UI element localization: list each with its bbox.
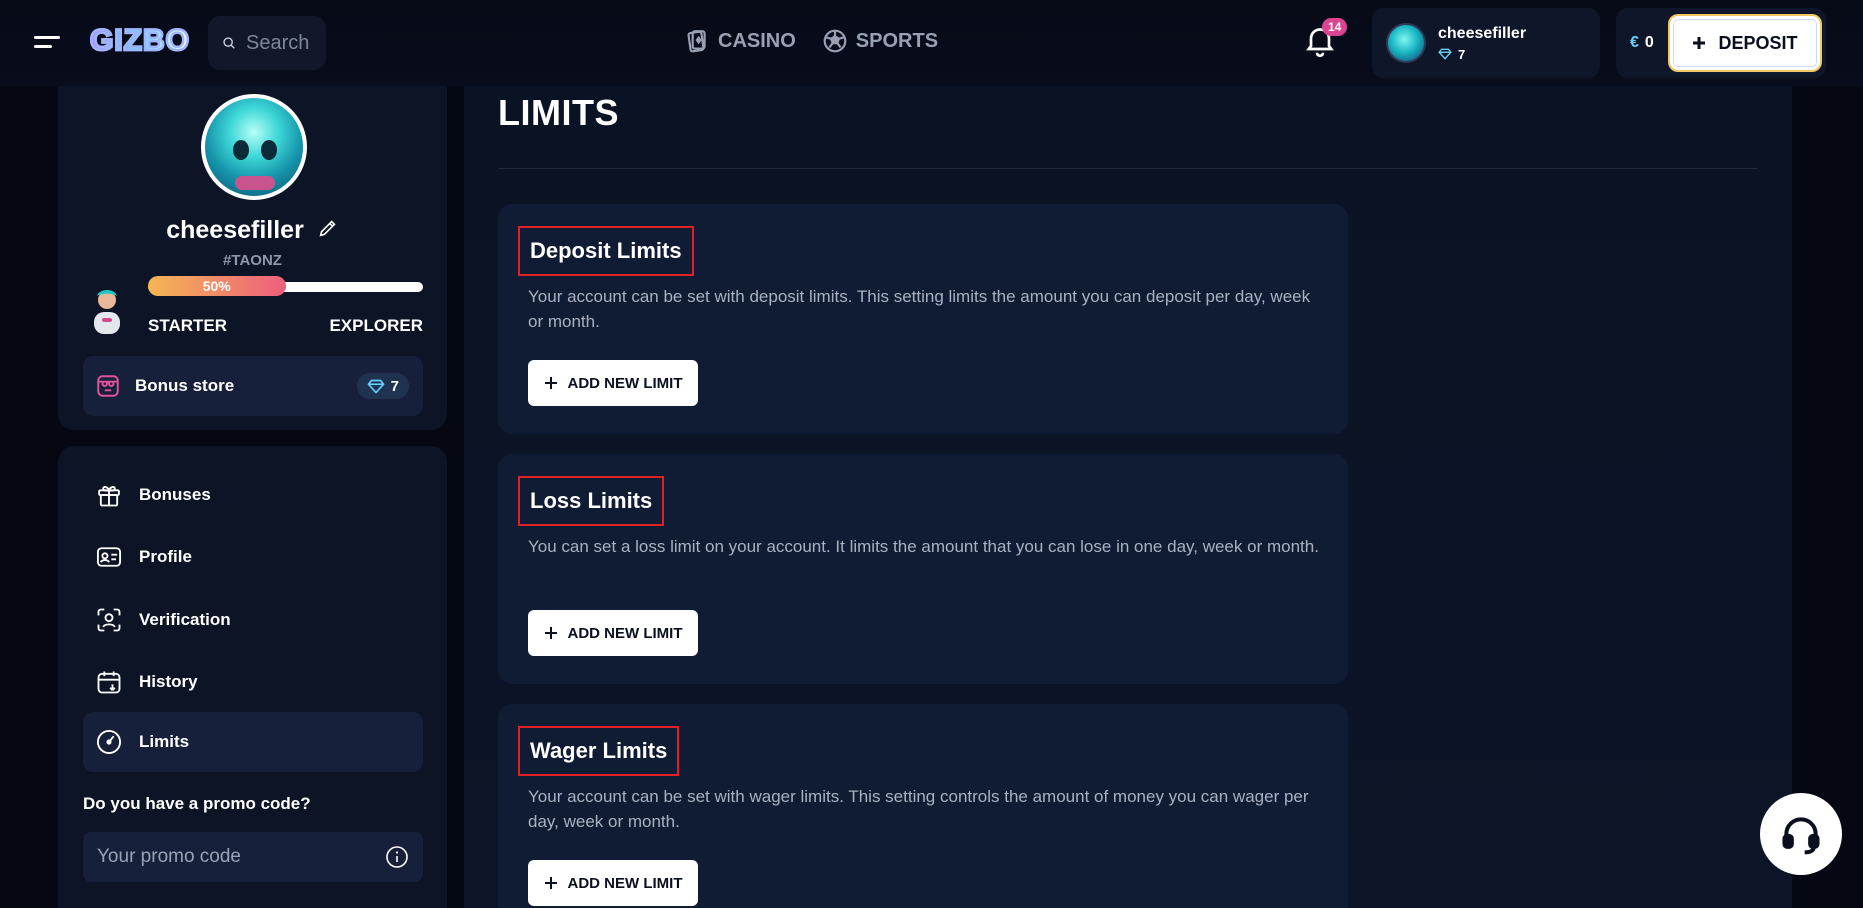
card-title: Wager Limits [518,726,680,776]
soccer-ball-icon [823,29,847,53]
promo-code-field[interactable] [83,832,423,882]
add-wager-limit-button[interactable]: ADD NEW LIMIT [528,860,698,906]
add-limit-label: ADD NEW LIMIT [567,874,683,892]
balance-amount: 0 [1644,34,1654,51]
currency-symbol: € [1630,34,1639,51]
add-limit-label: ADD NEW LIMIT [567,624,683,642]
add-loss-limit-button[interactable]: ADD NEW LIMIT [528,610,698,656]
sidebar-item-label: Profile [139,547,192,566]
header-gem-count: 7 [1458,46,1466,62]
cards-icon [687,30,706,53]
promo-code-input[interactable] [97,846,385,868]
search-input[interactable] [246,31,326,55]
info-icon[interactable] [385,845,409,869]
sidebar-item-limits[interactable]: Limits [83,712,423,772]
site-logo[interactable]: GIZBO [89,23,191,59]
nav-casino-label: CASINO [718,29,796,52]
deposit-limits-card: Deposit Limits Your account can be set w… [498,204,1348,434]
level-to-label: EXPLORER [329,316,423,335]
profile-tag: #TAONZ [223,252,282,269]
deposit-label: DEPOSIT [1718,32,1798,53]
bonus-store-gems: 7 [390,377,399,395]
plus-icon [1693,37,1706,49]
level-progress-bar: 50% [148,276,423,296]
plus-icon [544,377,557,389]
nav-casino[interactable]: CASINO [684,28,796,54]
notifications-button[interactable]: 14 [1302,18,1348,58]
main-content: LIMITS Deposit Limits Your account can b… [464,86,1792,908]
card-description: You can set a loss limit on your account… [528,537,1319,556]
card-description: Your account can be set with wager limit… [528,787,1309,831]
gift-icon [98,486,120,507]
card-description: Your account can be set with deposit lim… [528,287,1311,331]
profile-avatar[interactable] [201,94,307,200]
add-limit-label: ADD NEW LIMIT [567,374,683,392]
bonus-store-gems-badge: 7 [356,373,409,399]
top-header: GIZBO CASINO SPORTS 14 cheesefiller 7 € [0,0,1863,86]
notifications-badge: 14 [1322,18,1348,36]
search-icon [223,37,235,49]
sidebar-item-bonuses[interactable]: Bonuses [83,466,423,524]
page-title: LIMITS [498,92,619,133]
calendar-history-icon [97,671,121,694]
header-username: cheesefiller [1438,24,1527,42]
diamond-icon [1438,48,1452,60]
avatar [1386,23,1426,63]
top-nav: CASINO SPORTS [684,28,938,54]
user-account-chip[interactable]: cheesefiller 7 [1372,8,1600,78]
plus-icon [544,877,557,889]
profile-card: cheesefiller #TAONZ 50% STARTER EXPLORER… [58,86,447,430]
deposit-button[interactable]: DEPOSIT [1670,16,1820,70]
bonus-store-button[interactable]: Bonus store 7 [83,356,423,416]
profile-name: cheesefiller [166,216,304,244]
sidebar-item-label: Bonuses [139,485,211,504]
card-title: Deposit Limits [518,226,694,276]
store-icon [97,375,119,397]
sidebar-item-label: History [139,672,198,691]
level-progress-fill: 50% [148,276,286,296]
diamond-icon [367,379,385,394]
account-menu: Bonuses Profile Verification History Lim… [58,446,447,908]
nav-sports[interactable]: SPORTS [822,28,938,54]
card-title: Loss Limits [518,476,665,526]
add-deposit-limit-button[interactable]: ADD NEW LIMIT [528,360,698,406]
sidebar-item-label: Limits [139,732,190,751]
promo-code-title: Do you have a promo code? [83,794,311,813]
level-character-icon [94,290,120,334]
gauge-icon [96,729,122,755]
title-divider [498,168,1758,169]
level-from-label: STARTER [148,316,228,335]
headset-icon [1782,817,1820,855]
bonus-store-label: Bonus store [135,376,235,395]
nav-sports-label: SPORTS [855,29,939,52]
id-card-icon [96,547,122,567]
sidebar-item-label: Verification [139,610,231,629]
plus-icon [544,627,557,639]
sidebar-item-profile[interactable]: Profile [83,528,423,586]
loss-limits-card: Loss Limits You can set a loss limit on … [498,454,1348,684]
hamburger-menu-icon[interactable] [34,33,62,53]
face-scan-icon [97,608,121,632]
sidebar-item-history[interactable]: History [83,653,423,711]
edit-pencil-icon[interactable] [317,217,339,246]
search-box[interactable] [208,16,326,70]
wager-limits-card: Wager Limits Your account can be set wit… [498,704,1348,908]
sidebar-item-verification[interactable]: Verification [83,591,423,649]
support-chat-button[interactable] [1760,793,1842,875]
